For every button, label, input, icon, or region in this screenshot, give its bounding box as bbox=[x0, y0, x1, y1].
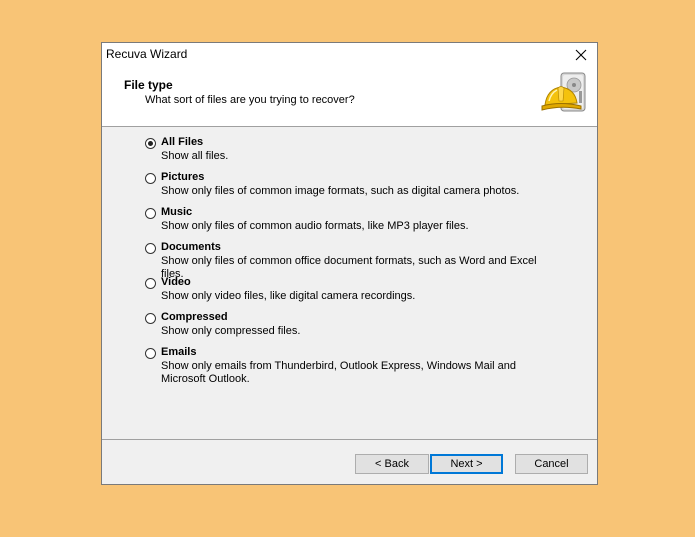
cancel-button[interactable]: Cancel bbox=[515, 454, 588, 474]
page-subtitle: What sort of files are you trying to rec… bbox=[145, 94, 355, 106]
radio-video[interactable] bbox=[145, 278, 156, 289]
radio-documents[interactable] bbox=[145, 243, 156, 254]
option-label: Documents bbox=[161, 241, 221, 253]
window-title: Recuva Wizard bbox=[106, 47, 188, 61]
option-description: Show only files of common image formats,… bbox=[161, 185, 520, 197]
back-button[interactable]: < Back bbox=[355, 454, 429, 474]
next-button[interactable]: Next > bbox=[430, 454, 503, 474]
option-label: Emails bbox=[161, 346, 197, 358]
option-description: Show only files of common audio formats,… bbox=[161, 220, 469, 232]
option-description: Show only emails from Thunderbird, Outlo… bbox=[161, 360, 517, 385]
option-label: Compressed bbox=[161, 311, 228, 323]
footer-divider bbox=[102, 439, 597, 440]
close-icon bbox=[575, 49, 587, 61]
option-label: Music bbox=[161, 206, 193, 218]
wizard-header: File type What sort of files are you try… bbox=[102, 67, 597, 127]
recuva-wizard-window: Recuva Wizard File type What sort of fil… bbox=[101, 42, 598, 485]
radio-emails[interactable] bbox=[145, 348, 156, 359]
radio-compressed[interactable] bbox=[145, 313, 156, 324]
radio-pictures[interactable] bbox=[145, 173, 156, 184]
radio-music[interactable] bbox=[145, 208, 156, 219]
option-label: Video bbox=[161, 276, 191, 288]
option-description: Show all files. bbox=[161, 150, 229, 162]
option-label: All Files bbox=[161, 136, 204, 148]
option-description: Show only compressed files. bbox=[161, 325, 301, 337]
page-title: File type bbox=[124, 78, 173, 92]
option-description: Show only files of common office documen… bbox=[161, 255, 537, 280]
radio-all-files[interactable] bbox=[145, 138, 156, 149]
option-description: Show only video files, like digital came… bbox=[161, 290, 416, 302]
hard-drive-hardhat-icon bbox=[541, 72, 586, 112]
option-label: Pictures bbox=[161, 171, 205, 183]
title-bar[interactable]: Recuva Wizard bbox=[102, 43, 597, 67]
close-button[interactable] bbox=[565, 43, 597, 67]
